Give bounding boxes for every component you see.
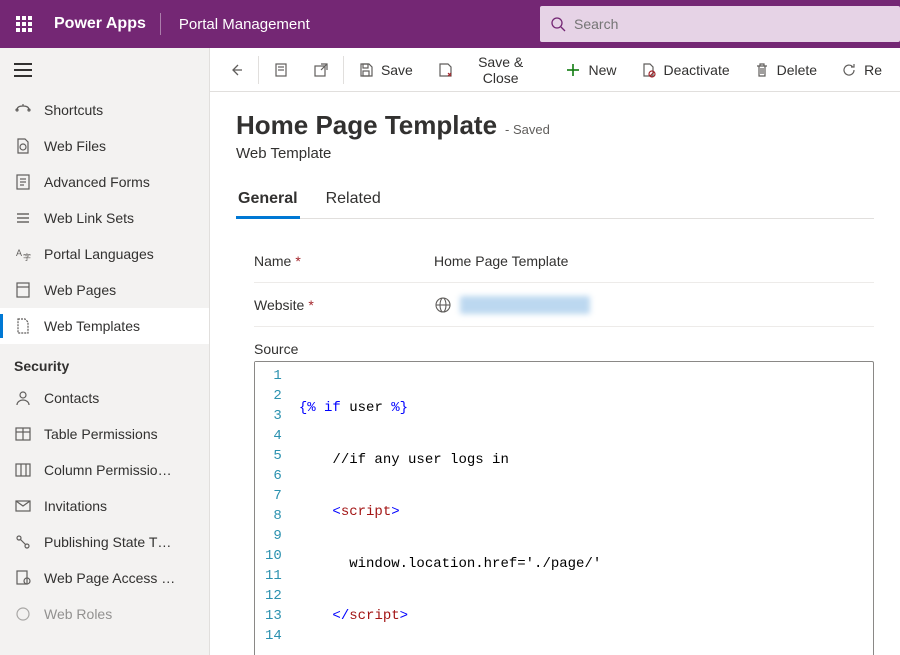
form-content: Home Page Template - Saved Web Template … [210,92,900,655]
roles-icon [14,605,32,623]
language-icon: A字 [14,245,32,263]
delete-button[interactable]: Delete [742,48,829,92]
person-icon [14,389,32,407]
sidebar-item-label: Web Page Access … [44,570,175,586]
deactivate-icon [640,62,656,78]
sidebar-item-label: Web Pages [44,282,116,298]
source-editor[interactable]: 1234567891011121314 {% if user %} //if a… [254,361,874,655]
plus-icon [565,62,581,78]
sidebar-item-web-pages[interactable]: Web Pages [0,272,209,308]
sidebar: Shortcuts Web Files Advanced Forms Web L… [0,48,210,655]
sidebar-item-advanced-forms[interactable]: Advanced Forms [0,164,209,200]
sidebar-item-label: Web Files [44,138,106,154]
sidebar-item-web-page-access[interactable]: Web Page Access … [0,560,209,596]
envelope-icon [14,497,32,515]
save-close-button[interactable]: Save & Close [425,48,554,92]
shortcuts-icon [14,101,32,119]
required-indicator: * [295,253,300,269]
open-new-window-button[interactable] [301,48,341,92]
sidebar-section-security: Security [0,344,209,380]
sidebar-item-label: Shortcuts [44,102,103,118]
website-lookup-value [460,296,590,314]
search-box[interactable] [540,6,900,42]
back-arrow-icon [228,62,244,78]
top-bar: Power Apps Portal Management [0,0,900,48]
sidebar-item-portal-languages[interactable]: A字 Portal Languages [0,236,209,272]
sidebar-item-label: Advanced Forms [44,174,150,190]
main-area: Save Save & Close New Deactivate Delete … [210,48,900,655]
save-status: - Saved [505,122,550,137]
sidebar-item-web-link-sets[interactable]: Web Link Sets [0,200,209,236]
trash-icon [754,62,770,78]
sidebar-item-contacts[interactable]: Contacts [0,380,209,416]
sidebar-item-label: Web Roles [44,606,112,622]
refresh-button[interactable]: Re [829,48,894,92]
access-icon [14,569,32,587]
svg-text:A: A [16,248,22,258]
hamburger-icon[interactable] [0,48,209,92]
page-icon [14,281,32,299]
sidebar-item-label: Table Permissions [44,426,158,442]
save-close-icon [437,62,453,78]
tab-related[interactable]: Related [324,184,383,218]
field-website-value[interactable] [424,296,874,314]
sidebar-item-web-roles[interactable]: Web Roles [0,596,209,632]
tabs: General Related [236,184,874,219]
sidebar-item-label: Column Permissio… [44,462,172,478]
columns-icon [14,461,32,479]
portal-name: Portal Management [161,16,328,33]
command-bar: Save Save & Close New Deactivate Delete … [210,48,900,92]
field-source-label: Source [254,341,874,357]
search-input[interactable] [574,16,890,32]
tab-general[interactable]: General [236,184,300,218]
form-selector-button[interactable] [261,48,301,92]
sidebar-item-table-permissions[interactable]: Table Permissions [0,416,209,452]
back-button[interactable] [216,48,256,92]
form-icon [14,173,32,191]
app-launcher-icon[interactable] [0,0,48,48]
globe-icon [434,296,452,314]
sidebar-item-label: Web Link Sets [44,210,134,226]
document-icon [273,62,289,78]
sidebar-item-invitations[interactable]: Invitations [0,488,209,524]
svg-text:字: 字 [23,252,31,262]
file-icon [14,137,32,155]
page-title: Home Page Template [236,110,497,141]
sidebar-item-web-files[interactable]: Web Files [0,128,209,164]
new-button[interactable]: New [553,48,628,92]
sidebar-item-label: Contacts [44,390,99,406]
field-name-row: Name* Home Page Template [254,239,874,283]
field-website-label: Website [254,297,304,313]
line-numbers: 1234567891011121314 [255,362,291,655]
entity-name: Web Template [236,145,874,162]
sidebar-item-column-permissions[interactable]: Column Permissio… [0,452,209,488]
field-website-row: Website* [254,283,874,327]
table-icon [14,425,32,443]
popout-icon [313,62,329,78]
field-name-label: Name [254,253,291,269]
app-name: Power Apps [48,15,160,33]
list-icon [14,209,32,227]
state-icon [14,533,32,551]
refresh-icon [841,62,857,78]
search-icon [550,16,566,32]
code-content[interactable]: {% if user %} //if any user logs in <scr… [291,362,786,655]
sidebar-item-label: Portal Languages [44,246,154,262]
save-button[interactable]: Save [346,48,425,92]
sidebar-item-label: Web Templates [44,318,140,334]
field-name-value[interactable]: Home Page Template [424,253,874,269]
sidebar-item-label: Invitations [44,498,107,514]
sidebar-item-publishing-state[interactable]: Publishing State T… [0,524,209,560]
save-icon [358,62,374,78]
required-indicator: * [308,297,313,313]
sidebar-item-shortcuts[interactable]: Shortcuts [0,92,209,128]
sidebar-item-web-templates[interactable]: Web Templates [0,308,209,344]
sidebar-item-label: Publishing State T… [44,534,171,550]
template-icon [14,317,32,335]
deactivate-button[interactable]: Deactivate [628,48,741,92]
